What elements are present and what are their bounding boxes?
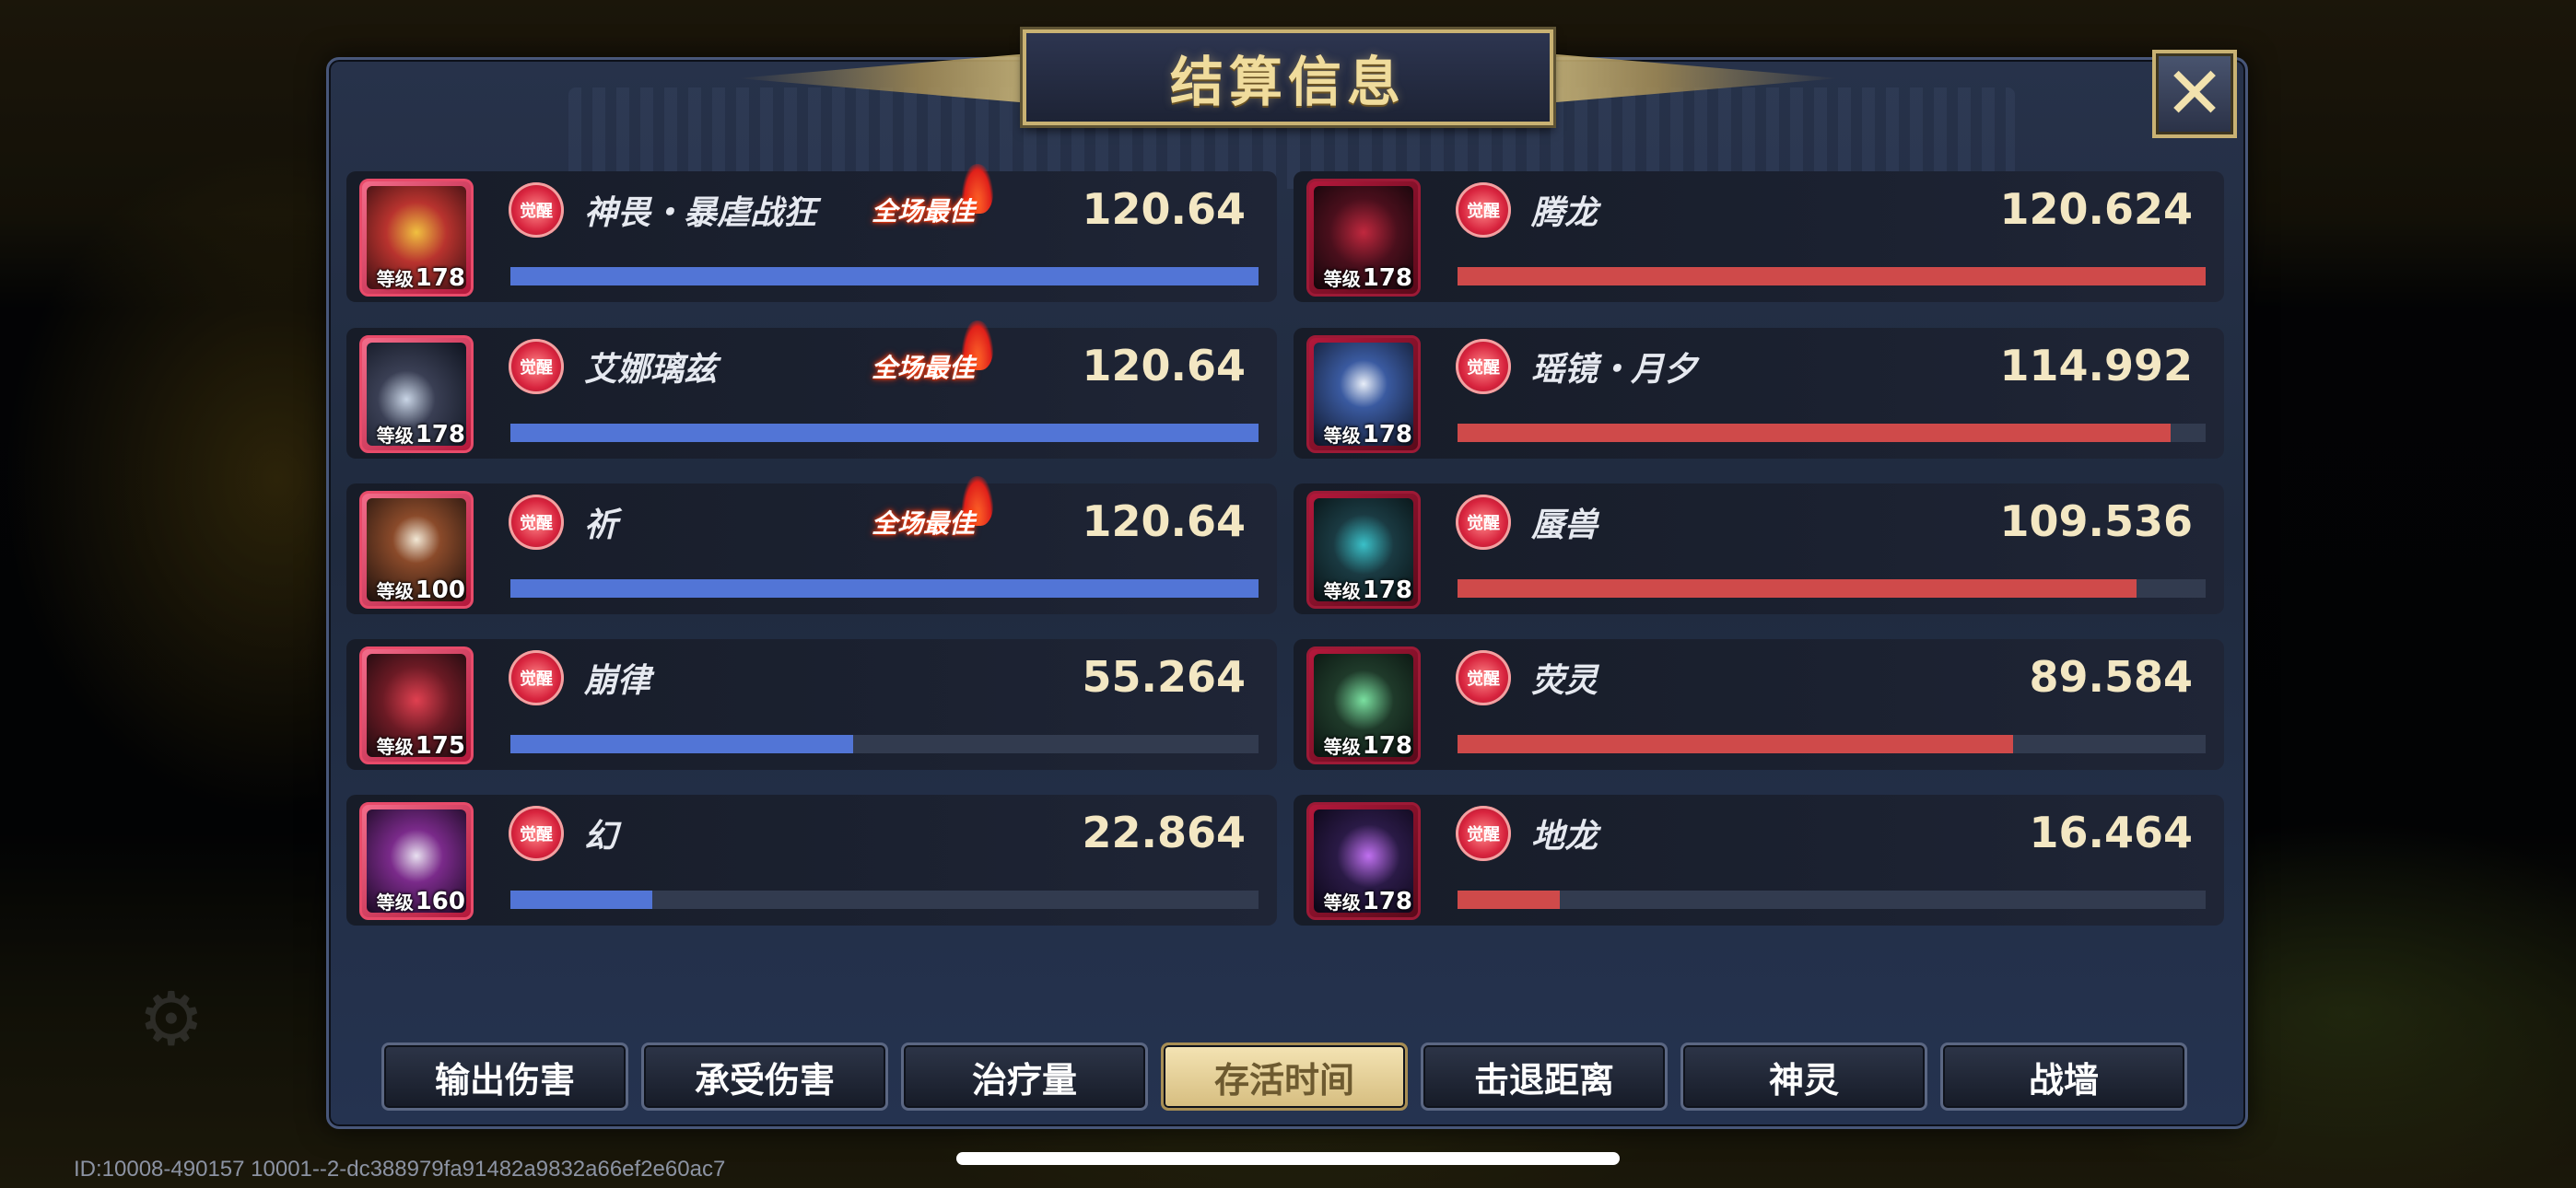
level-badge: 等级 100 [376, 577, 465, 604]
level-badge: 等级 178 [1323, 421, 1412, 448]
stat-bar-fill [1458, 267, 2206, 285]
tab-knockback-distance[interactable]: 击退距离 [1421, 1042, 1668, 1111]
stat-bar-fill [1458, 891, 1561, 909]
right-player-row: 等级 178 觉醒 蜃兽 109.536 [1294, 483, 2224, 614]
avatar[interactable]: 等级 178 [1306, 491, 1421, 609]
awake-icon: 觉醒 [509, 339, 564, 394]
session-id: ID:10008-490157 10001--2-dc388979fa91482… [74, 1157, 726, 1182]
player-name: 地龙 [1531, 818, 1598, 856]
stat-bar-fill [510, 579, 1259, 598]
stat-bar [1458, 579, 2206, 598]
avatar[interactable]: 等级 178 [359, 179, 474, 297]
left-player-row: 等级 178 觉醒 艾娜璃兹 全场最佳 120.64 [346, 320, 1277, 459]
stat-bar [510, 579, 1259, 598]
avatar[interactable]: 等级 160 [359, 802, 474, 920]
right-player-row: 等级 178 觉醒 荧灵 89.584 [1294, 639, 2224, 770]
level-badge: 等级 175 [376, 732, 465, 760]
avatar[interactable]: 等级 175 [359, 646, 474, 764]
stat-bar-fill [1458, 424, 2171, 442]
left-player-row: 等级 100 觉醒 祈 全场最佳 120.64 [346, 476, 1277, 614]
avatar[interactable]: 等级 178 [359, 335, 474, 453]
awake-icon: 觉醒 [509, 495, 564, 550]
level-badge: 等级 178 [1323, 732, 1412, 760]
stat-value: 120.64 [1082, 184, 1246, 234]
stat-value: 120.624 [1999, 184, 2193, 234]
stat-bar [510, 267, 1259, 285]
awake-icon: 觉醒 [1456, 650, 1511, 705]
right-player-row: 等级 178 觉醒 地龙 16.464 [1294, 795, 2224, 926]
awake-icon: 觉醒 [1456, 182, 1511, 238]
player-name: 荧灵 [1531, 662, 1598, 700]
title-box: 结算信息 [1023, 29, 1553, 125]
stat-tabs: 输出伤害 承受伤害 治疗量 存活时间 击退距离 神灵 战墙 [381, 1042, 2187, 1111]
mvp-badge: 全场最佳 [872, 508, 976, 539]
mvp-badge: 全场最佳 [872, 353, 976, 383]
stat-value: 120.64 [1082, 341, 1246, 390]
level-badge: 等级 160 [376, 888, 465, 915]
level-badge: 等级 178 [1323, 264, 1412, 292]
tab-war-wall[interactable]: 战墙 [1940, 1042, 2187, 1111]
player-name: 瑶镜・月夕 [1531, 351, 1698, 389]
stat-bar [1458, 424, 2206, 442]
title-banner: 结算信息 [737, 24, 1609, 131]
stat-bar [1458, 267, 2206, 285]
awake-icon: 觉醒 [509, 182, 564, 238]
stat-value: 120.64 [1082, 496, 1246, 546]
left-player-row: 等级 160 觉醒 幻 22.864 [346, 795, 1277, 926]
stat-bar [510, 424, 1259, 442]
player-name: 神畏・暴虐战狂 [584, 194, 817, 232]
avatar[interactable]: 等级 100 [359, 491, 474, 609]
stat-value: 114.992 [1999, 341, 2193, 390]
avatar[interactable]: 等级 178 [1306, 179, 1421, 297]
left-player-row: 等级 178 觉醒 神畏・暴虐战狂 全场最佳 120.64 [346, 164, 1277, 302]
stat-bar-fill [1458, 735, 2014, 753]
level-badge: 等级 178 [376, 421, 465, 448]
level-badge: 等级 178 [1323, 888, 1412, 915]
stat-bar [1458, 735, 2206, 753]
tab-damage-dealt[interactable]: 输出伤害 [381, 1042, 628, 1111]
close-icon: ✕ [2164, 52, 2225, 135]
player-name: 蜃兽 [1531, 507, 1598, 544]
stat-value: 89.584 [2029, 652, 2193, 702]
mvp-badge: 全场最佳 [872, 196, 976, 227]
stat-bar-fill [510, 735, 853, 753]
stat-bar-fill [510, 424, 1259, 442]
player-name: 腾龙 [1531, 194, 1598, 232]
stat-bar-fill [510, 891, 653, 909]
right-player-row: 等级 178 觉醒 腾龙 120.624 [1294, 171, 2224, 302]
player-name: 幻 [584, 818, 618, 856]
stat-value: 22.864 [1082, 808, 1246, 857]
stat-bar [510, 735, 1259, 753]
tab-deity[interactable]: 神灵 [1680, 1042, 1927, 1111]
stat-value: 109.536 [1999, 496, 2193, 546]
avatar[interactable]: 等级 178 [1306, 802, 1421, 920]
page-title: 结算信息 [1169, 51, 1406, 113]
stat-bar [1458, 891, 2206, 909]
player-name: 崩律 [584, 662, 651, 700]
tab-healing[interactable]: 治疗量 [901, 1042, 1148, 1111]
home-indicator[interactable] [956, 1152, 1620, 1165]
tab-damage-taken[interactable]: 承受伤害 [641, 1042, 888, 1111]
avatar[interactable]: 等级 178 [1306, 646, 1421, 764]
close-button[interactable]: ✕ [2152, 50, 2237, 138]
stat-bar [510, 891, 1259, 909]
level-badge: 等级 178 [376, 264, 465, 292]
player-name: 艾娜璃兹 [584, 351, 718, 389]
awake-icon: 觉醒 [1456, 495, 1511, 550]
player-name: 祈 [584, 507, 618, 544]
left-player-row: 等级 175 觉醒 崩律 55.264 [346, 639, 1277, 770]
stat-bar-fill [1458, 579, 2137, 598]
stat-value: 55.264 [1082, 652, 1246, 702]
stat-bar-fill [510, 267, 1259, 285]
awake-icon: 觉醒 [509, 806, 564, 861]
tab-survival-time[interactable]: 存活时间 [1161, 1042, 1408, 1111]
awake-icon: 觉醒 [1456, 806, 1511, 861]
avatar[interactable]: 等级 178 [1306, 335, 1421, 453]
level-badge: 等级 178 [1323, 577, 1412, 604]
awake-icon: 觉醒 [1456, 339, 1511, 394]
stat-value: 16.464 [2029, 808, 2193, 857]
right-player-row: 等级 178 觉醒 瑶镜・月夕 114.992 [1294, 328, 2224, 459]
awake-icon: 觉醒 [509, 650, 564, 705]
